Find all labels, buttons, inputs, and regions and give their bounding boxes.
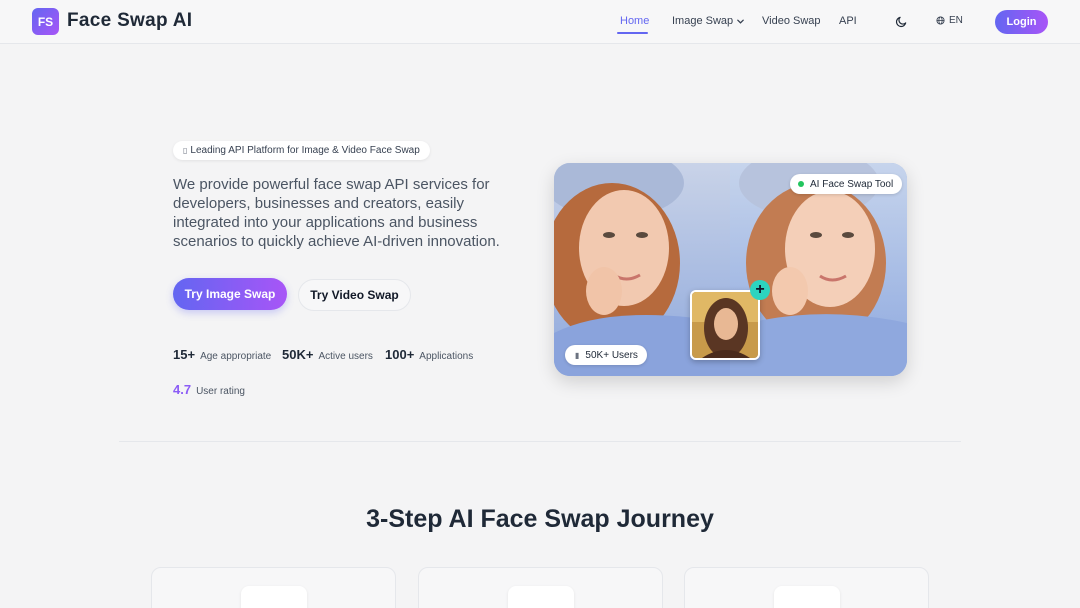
globe-icon [936, 16, 945, 25]
nav-image-swap[interactable]: Image Swap [672, 15, 745, 27]
nav-home[interactable]: Home [620, 15, 649, 27]
stat-label: Age appropriate [200, 351, 272, 362]
source-face-image [692, 292, 758, 358]
section-divider [119, 441, 961, 442]
stat-label: Active users [318, 351, 373, 362]
user-icon: ▮ [575, 350, 580, 360]
users-badge-label: 50K+ Users [585, 349, 638, 361]
stat-value: 15+ [173, 347, 196, 362]
try-video-swap-button[interactable]: Try Video Swap [298, 279, 411, 311]
step-card [684, 567, 929, 608]
nav-api[interactable]: API [839, 15, 857, 27]
step-card [418, 567, 663, 608]
language-label: EN [949, 15, 963, 26]
active-nav-indicator [617, 32, 648, 34]
hero-description: We provide powerful face swap API servic… [173, 176, 500, 250]
logo-icon[interactable]: FS [32, 8, 59, 35]
login-button[interactable]: Login [995, 10, 1048, 34]
step-icon [241, 586, 307, 608]
nav-image-swap-label: Image Swap [672, 15, 734, 27]
moon-icon[interactable] [895, 15, 908, 28]
source-face-thumbnail [690, 290, 760, 360]
steps-section-title: 3-Step AI Face Swap Journey [366, 505, 714, 533]
stat-age: 15+ Age appropriate [173, 347, 271, 362]
chevron-down-icon [737, 19, 744, 24]
brand-name[interactable]: Face Swap AI [67, 10, 192, 32]
users-badge: ▮ 50K+ Users [565, 345, 647, 365]
stat-users: 50K+ Active users [282, 347, 373, 362]
stat-value: 4.7 [173, 382, 192, 397]
try-image-swap-button[interactable]: Try Image Swap [173, 278, 287, 310]
nav-video-swap[interactable]: Video Swap [762, 15, 821, 27]
step-icon [774, 586, 840, 608]
sparkle-icon: ▯ [183, 146, 188, 155]
stat-label: User rating [196, 386, 245, 397]
language-selector[interactable]: EN [936, 15, 963, 26]
top-navbar: FS Face Swap AI Home Image Swap Video Sw… [0, 0, 1080, 44]
step-card [151, 567, 396, 608]
ai-tool-badge: AI Face Swap Tool [790, 174, 903, 194]
stat-applications: 100+ Applications [385, 347, 473, 362]
step-icon [508, 586, 574, 608]
platform-pill: ▯ Leading API Platform for Image & Video… [173, 141, 430, 160]
add-face-icon[interactable]: + [750, 280, 770, 300]
status-dot-icon [798, 181, 804, 187]
stat-rating: 4.7 User rating [173, 382, 245, 397]
stat-label: Applications [419, 351, 474, 362]
stat-value: 50K+ [282, 347, 314, 362]
platform-pill-text: Leading API Platform for Image & Video F… [190, 145, 420, 156]
stat-value: 100+ [385, 347, 415, 362]
ai-tool-badge-label: AI Face Swap Tool [810, 178, 894, 190]
